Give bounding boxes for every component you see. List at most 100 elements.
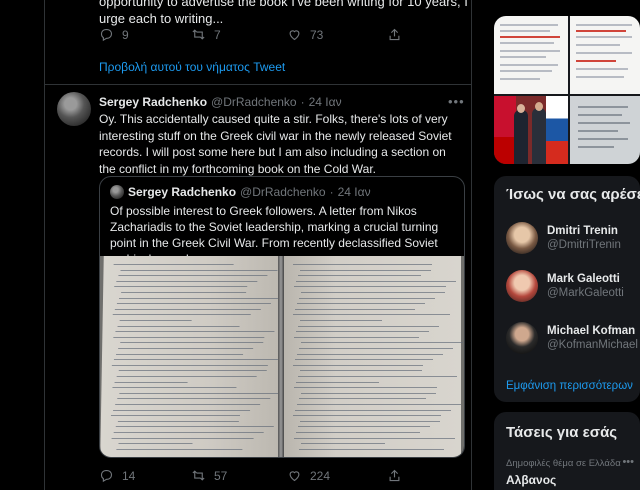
- handwriting-line: [119, 320, 192, 321]
- handwriting-line: [113, 432, 264, 433]
- handwriting-line: [118, 370, 267, 372]
- handwriting-line: [293, 314, 450, 316]
- retweet-button[interactable]: 57: [191, 468, 287, 483]
- handwriting-line: [113, 409, 251, 411]
- reply-button[interactable]: 9: [99, 27, 191, 42]
- handwriting-line: [300, 370, 422, 372]
- leaders-photo-thumb[interactable]: [494, 96, 568, 164]
- handwriting-line: [295, 409, 451, 411]
- handwritten-document-photo[interactable]: [100, 256, 464, 457]
- handwriting-line: [296, 280, 456, 282]
- tweet-date[interactable]: 24 Ιαν: [309, 95, 342, 109]
- handwriting-line: [111, 437, 254, 439]
- handwriting-line: [120, 269, 278, 271]
- handwriting-line: [298, 275, 421, 277]
- author-handle[interactable]: @DrRadchenko: [211, 95, 297, 109]
- retweet-count: 57: [214, 468, 228, 483]
- heart-icon: [289, 471, 300, 482]
- handwriting-line: [299, 297, 435, 299]
- news-document-thumb-3[interactable]: [570, 96, 640, 164]
- heart-icon: [289, 30, 300, 41]
- handwriting-line: [294, 387, 437, 389]
- show-more-link[interactable]: Εμφάνιση περισσότερων: [506, 380, 633, 392]
- follow-suggestion[interactable]: Dmitri Trenin @DmitriTrenin: [506, 222, 621, 254]
- document-right-page: [283, 256, 463, 457]
- handwriting-line: [117, 325, 240, 327]
- suggestion-handle: @MarkGaleotti: [547, 287, 624, 299]
- handwriting-line: [116, 280, 258, 282]
- share-icon: [389, 469, 400, 482]
- avatar[interactable]: [57, 92, 91, 126]
- handwriting-line: [299, 448, 444, 450]
- reply-count: 9: [122, 27, 129, 42]
- handwriting-line: [113, 359, 278, 361]
- handwriting-line: [297, 303, 425, 305]
- trends-title: Τάσεις για εσάς: [506, 424, 618, 441]
- avatar: [506, 270, 538, 302]
- handwriting-line: [294, 286, 446, 288]
- handwriting-line: [113, 264, 234, 265]
- handwriting-line: [298, 376, 457, 377]
- suggestion-name: Michael Kofman: [547, 325, 636, 337]
- reply-icon: [100, 469, 113, 483]
- follow-suggestion[interactable]: Mark Galeotti @MarkGaleotti: [506, 270, 624, 302]
- follow-suggestion[interactable]: Michael Kofman @KofmanMichael: [506, 322, 638, 354]
- trend-name[interactable]: Αλβανος: [506, 473, 556, 487]
- handwriting-line: [297, 353, 443, 355]
- more-dots-icon[interactable]: •••: [622, 456, 634, 468]
- handwriting-line: [118, 275, 268, 277]
- handwriting-line: [298, 426, 430, 428]
- avatar: [506, 322, 538, 354]
- handwriting-line: [295, 359, 433, 361]
- news-document-thumb-1[interactable]: [494, 16, 568, 94]
- reply-icon: [100, 28, 113, 42]
- handwriting-line: [119, 392, 281, 394]
- handwriting-line: [117, 398, 271, 400]
- like-button[interactable]: 224: [287, 468, 387, 483]
- handwriting-line: [114, 286, 248, 288]
- quoted-author-handle: @DrRadchenko: [240, 185, 326, 199]
- suggestion-handle: @KofmanMichael: [547, 339, 638, 351]
- handwriting-line: [293, 415, 441, 417]
- share-button[interactable]: [387, 27, 402, 42]
- like-button[interactable]: 73: [287, 27, 387, 42]
- quoted-tweet-header: Sergey Radchenko @DrRadchenko · 24 Ιαν: [110, 185, 371, 199]
- news-images-card[interactable]: [494, 16, 640, 164]
- handwriting-line: [294, 336, 419, 338]
- handwriting-line: [118, 348, 254, 349]
- reply-button[interactable]: 14: [99, 468, 191, 483]
- handwriting-line: [116, 353, 244, 355]
- share-button[interactable]: [387, 468, 402, 483]
- handwriting-line: [116, 448, 243, 450]
- tweet-divider: [45, 84, 471, 85]
- more-dots-icon[interactable]: •••: [448, 94, 465, 109]
- like-count: 73: [310, 27, 324, 42]
- news-document-thumb-2[interactable]: [570, 16, 640, 94]
- trend-context[interactable]: Δημοφιλές θέμα σε Ελλάδα: [506, 458, 621, 469]
- handwriting-line: [299, 348, 453, 349]
- quoted-avatar: [110, 185, 124, 199]
- quoted-date: 24 Ιαν: [337, 185, 371, 199]
- show-thread-link[interactable]: Προβολή αυτού του νήματος Tweet: [99, 60, 285, 74]
- handwriting-line: [114, 381, 188, 383]
- retweet-button[interactable]: 7: [191, 27, 287, 42]
- avatar: [506, 222, 538, 254]
- suggestion-handle: @DmitriTrenin: [547, 239, 621, 251]
- handwriting-line: [298, 325, 439, 327]
- handwriting-line: [300, 269, 431, 271]
- handwriting-line: [116, 303, 271, 305]
- share-icon: [389, 28, 400, 41]
- handwriting-line: [119, 297, 282, 299]
- handwriting-line: [301, 342, 463, 344]
- author-name[interactable]: Sergey Radchenko: [99, 95, 207, 109]
- retweet-icon: [192, 470, 205, 481]
- quoted-tweet[interactable]: Sergey Radchenko @DrRadchenko · 24 Ιαν O…: [99, 176, 465, 458]
- handwriting-line: [117, 420, 239, 422]
- handwriting-line: [300, 320, 382, 321]
- handwriting-line: [114, 308, 261, 310]
- tweet-actions: 14 57 224: [99, 468, 402, 483]
- reply-count: 14: [122, 468, 136, 483]
- handwriting-line: [115, 404, 261, 405]
- document-spine: [278, 256, 284, 457]
- timeline: opportunity to advertise the book I've b…: [44, 0, 472, 490]
